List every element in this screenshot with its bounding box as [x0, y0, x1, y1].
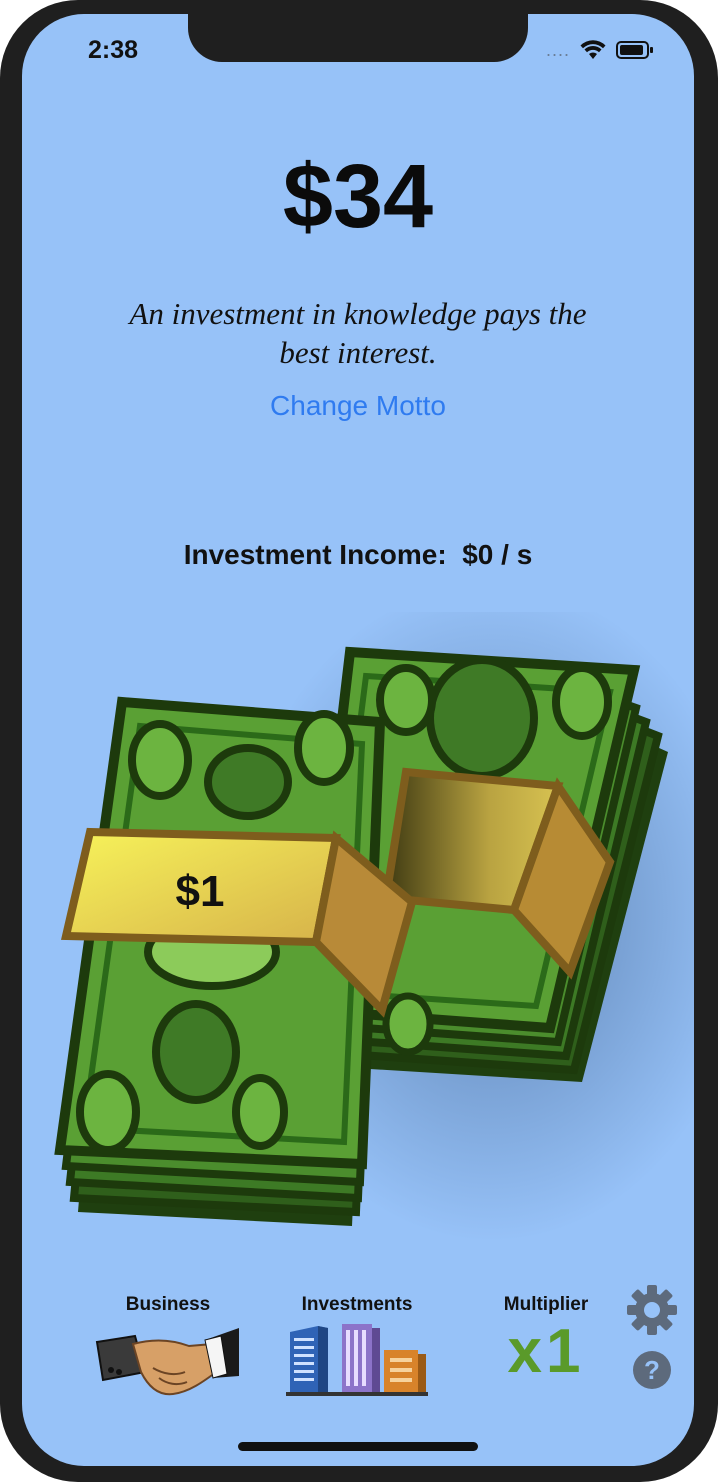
multiplier-button[interactable]: Multiplier x1 [482, 1294, 610, 1384]
cash-stack-icon[interactable]: $1 [22, 612, 694, 1252]
multiplier-value: x1 [507, 1317, 585, 1386]
investments-label: Investments [301, 1294, 413, 1315]
change-motto-button[interactable]: Change Motto [22, 390, 694, 422]
front-bill-stack: $1 [54, 696, 417, 1226]
notch [188, 14, 528, 62]
gear-icon[interactable] [626, 1284, 678, 1336]
income-value: $0 / s [462, 539, 533, 570]
business-button[interactable]: Business [90, 1294, 246, 1405]
investments-button[interactable]: Investments [282, 1294, 432, 1403]
phone-frame: 2:38 .... $34 An investment in knowledge… [0, 0, 718, 1482]
status-indicators: .... [546, 40, 654, 60]
status-time: 2:38 [88, 36, 139, 64]
income-label: Investment Income: [183, 539, 447, 570]
business-label: Business [125, 1294, 211, 1315]
signal-dots: .... [545, 40, 570, 60]
motto-text: An investment in knowledge pays the best… [129, 296, 587, 370]
investment-income: Investment Income: $0 / s [22, 539, 694, 571]
wifi-icon [580, 40, 606, 59]
multiplier-label: Multiplier [503, 1294, 589, 1315]
app-screen: 2:38 .... $34 An investment in knowledge… [22, 14, 694, 1466]
handshake-icon [95, 1328, 239, 1396]
svg-text:?: ? [644, 1355, 660, 1385]
help-icon[interactable]: ? [632, 1350, 672, 1390]
bill-label: $1 [176, 867, 225, 916]
balance-amount: $34 [282, 147, 434, 247]
buildings-icon [286, 1324, 428, 1396]
home-indicator[interactable] [238, 1442, 478, 1451]
battery-icon [616, 41, 653, 59]
